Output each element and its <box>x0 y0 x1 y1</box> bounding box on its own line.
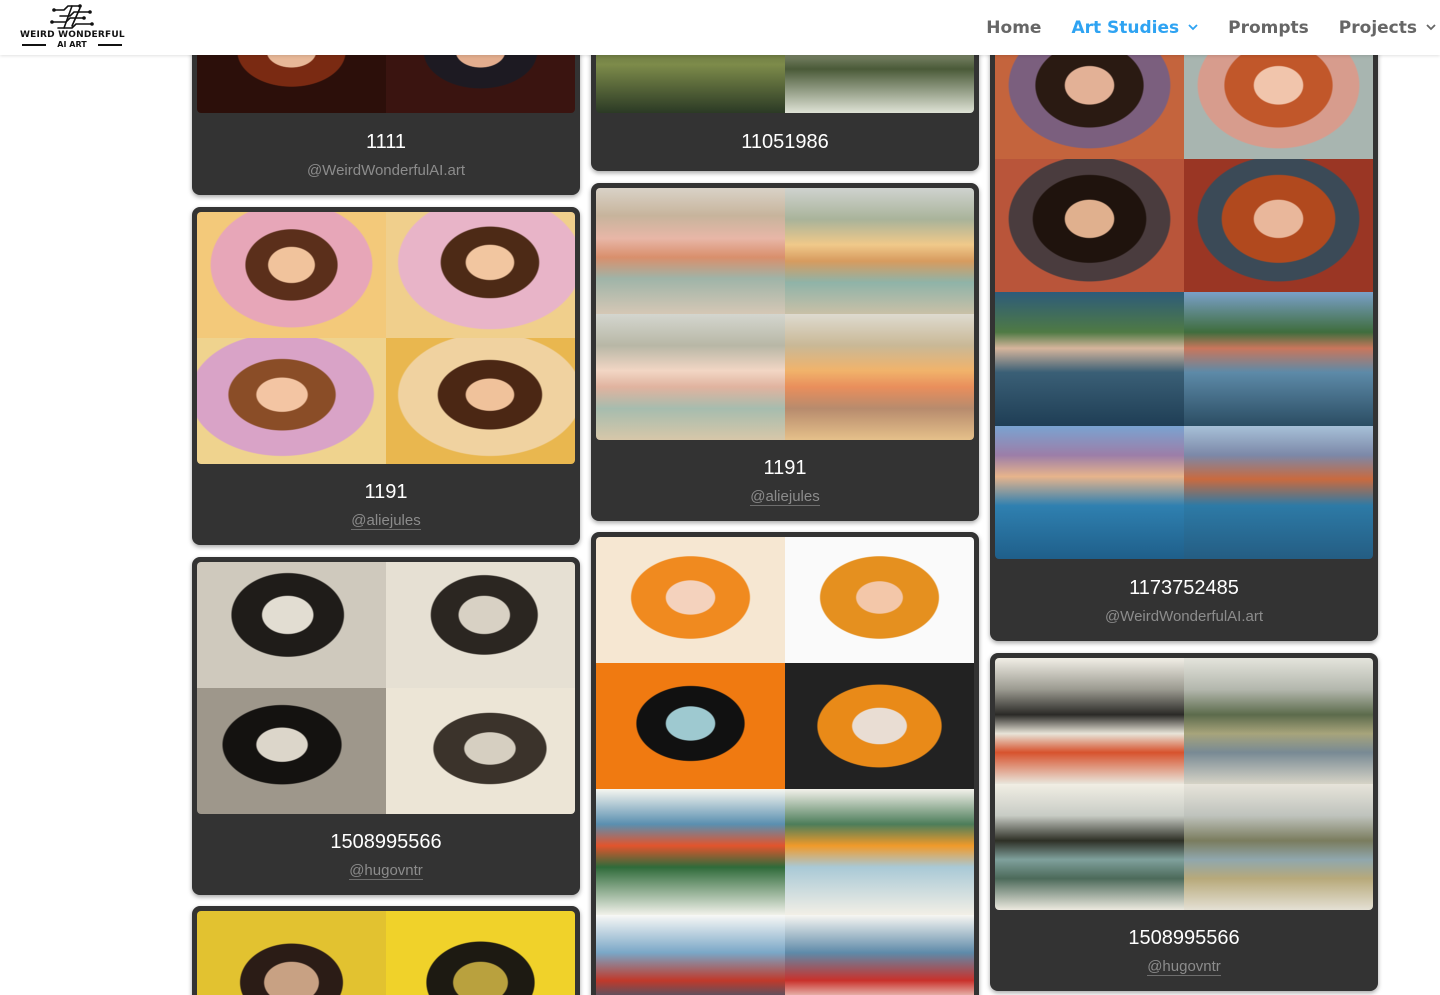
image-tile <box>386 212 575 338</box>
image-tile <box>596 915 785 995</box>
image-tile <box>785 537 974 663</box>
card-title: 11051986 <box>741 131 829 153</box>
image-tile <box>197 338 386 464</box>
nav-item-art-studies[interactable]: Art Studies <box>1071 0 1198 55</box>
site-header: WEIRD WONDERFUL AI ART Home Art Studies … <box>0 0 1440 55</box>
circuit-logo-icon <box>50 4 94 29</box>
image-tile <box>1184 158 1373 292</box>
gallery-card[interactable]: 1173752485 @WeirdWonderfulAI.art <box>990 20 1378 641</box>
gallery-card[interactable]: 1191 @aliejules <box>192 207 580 545</box>
card-credit: @WeirdWonderfulAI.art <box>306 162 466 179</box>
image-tile <box>197 911 386 995</box>
card-credit: @hugovntr <box>990 958 1378 976</box>
nav-item-label: Home <box>986 17 1042 38</box>
image-tile <box>1184 658 1373 784</box>
nav-item-home[interactable]: Home <box>986 0 1041 55</box>
card-title: 1111 <box>365 131 407 153</box>
nav-item-projects[interactable]: Projects <box>1339 0 1436 55</box>
image-tile <box>596 188 785 314</box>
image-tile <box>596 537 785 663</box>
credit-link[interactable]: @aliejules <box>750 488 820 506</box>
nav-item-prompts[interactable]: Prompts <box>1228 0 1309 55</box>
card-title: 1191 <box>763 457 807 479</box>
image-tile <box>386 562 575 688</box>
gallery-card[interactable]: 1508995566 @hugovntr <box>990 653 1378 991</box>
nav-item-label: Prompts <box>1228 17 1309 38</box>
gallery-card[interactable]: 1191 @aliejules <box>591 183 979 521</box>
card-title: 1191 <box>364 481 408 503</box>
card-credit: @aliejules <box>192 512 580 530</box>
main-nav: Home Art Studies Prompts Projects <box>956 0 1440 55</box>
image-tile <box>386 338 575 464</box>
gallery-card[interactable] <box>591 532 979 995</box>
chevron-down-icon <box>1426 22 1436 32</box>
card-image[interactable] <box>995 658 1373 910</box>
nav-item-label: Art Studies <box>1071 17 1180 38</box>
image-tile <box>386 688 575 814</box>
card-title: 1508995566 <box>1128 927 1240 949</box>
image-tile <box>197 562 386 688</box>
image-tile <box>1184 784 1373 910</box>
credit-link[interactable]: @hugovntr <box>1147 958 1221 976</box>
card-title: 1173752485 <box>1129 577 1239 599</box>
card-image[interactable] <box>596 537 974 995</box>
logo-text-line1: WEIRD WONDERFUL <box>20 30 125 40</box>
image-tile <box>995 658 1184 784</box>
credit-link[interactable]: @aliejules <box>351 512 421 530</box>
logo-rule-right <box>98 44 122 46</box>
image-tile <box>785 663 974 789</box>
image-tile <box>1184 425 1373 559</box>
image-tile <box>995 292 1184 426</box>
image-tile <box>386 911 575 995</box>
image-tile <box>197 688 386 814</box>
card-title: 1508995566 <box>330 831 442 853</box>
card-image[interactable] <box>197 562 575 814</box>
chevron-down-icon <box>1188 22 1198 32</box>
image-tile <box>596 663 785 789</box>
nav-item-label: Projects <box>1338 17 1417 38</box>
image-tile <box>785 915 974 995</box>
credit-link[interactable]: @hugovntr <box>349 862 423 880</box>
site-logo[interactable]: WEIRD WONDERFUL AI ART <box>20 4 125 50</box>
image-tile <box>995 158 1184 292</box>
card-credit: @hugovntr <box>192 862 580 880</box>
gallery-card[interactable] <box>192 906 580 995</box>
card-image[interactable] <box>197 212 575 464</box>
gallery-card[interactable]: 1508995566 @hugovntr <box>192 557 580 895</box>
card-image[interactable] <box>995 25 1373 559</box>
image-tile <box>995 425 1184 559</box>
image-tile <box>785 314 974 440</box>
image-tile <box>785 789 974 915</box>
card-credit: @WeirdWonderfulAI.art <box>1104 608 1264 625</box>
card-image[interactable] <box>596 188 974 440</box>
image-tile <box>785 188 974 314</box>
card-credit: @aliejules <box>591 488 979 506</box>
card-image[interactable] <box>197 911 575 995</box>
image-tile <box>197 212 386 338</box>
image-tile <box>1184 292 1373 426</box>
image-tile <box>596 789 785 915</box>
image-tile <box>596 314 785 440</box>
image-tile <box>995 784 1184 910</box>
